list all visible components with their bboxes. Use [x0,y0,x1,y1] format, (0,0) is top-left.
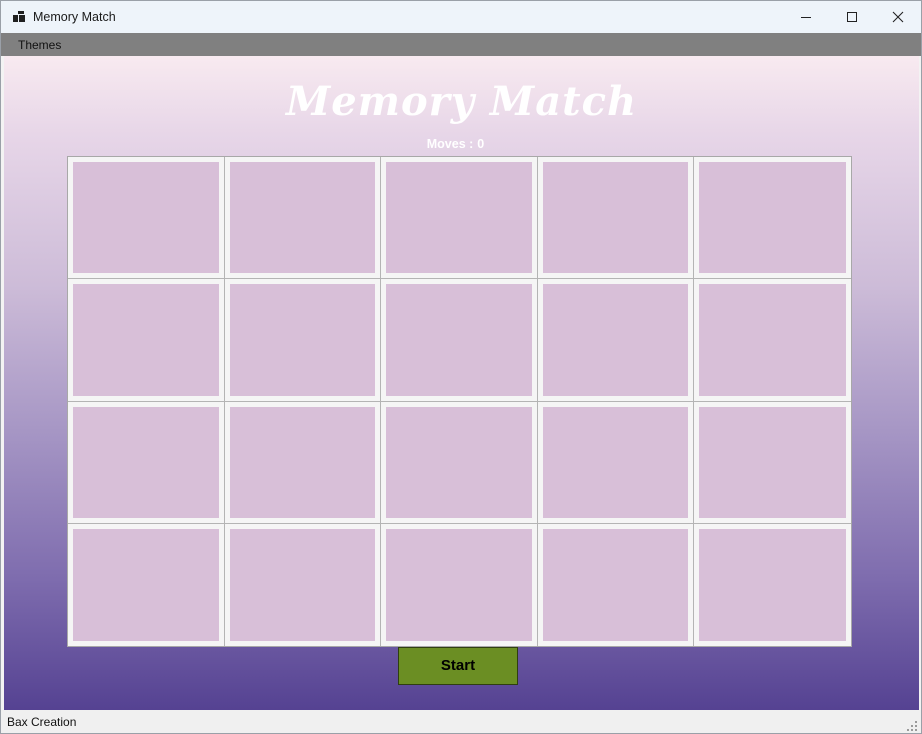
card-slot [68,402,225,524]
app-window-icon [13,11,26,22]
moves-label: Moves : [426,137,474,151]
app-window: Memory Match Themes Memory Match Moves :… [0,0,922,734]
card-slot [225,279,381,402]
minimize-icon [801,17,811,18]
card-slot [68,524,225,646]
game-title: Memory Match [285,78,638,125]
memory-card[interactable] [386,284,532,396]
card-slot [694,524,851,646]
memory-card[interactable] [230,407,375,518]
memory-card[interactable] [230,529,375,641]
memory-card[interactable] [543,407,688,518]
card-slot [68,279,225,402]
close-button[interactable] [875,1,921,33]
memory-card[interactable] [543,529,688,641]
maximize-button[interactable] [829,1,875,33]
memory-card[interactable] [699,162,846,273]
memory-card[interactable] [73,407,219,518]
card-slot [538,157,694,279]
start-button[interactable]: Start [398,647,518,685]
menu-item-themes[interactable]: Themes [18,38,61,52]
memory-card[interactable] [230,162,375,273]
moves-counter: Moves :0 [4,137,907,151]
card-slot [225,157,381,279]
memory-card[interactable] [543,284,688,396]
memory-card[interactable] [386,529,532,641]
memory-card[interactable] [230,284,375,396]
memory-card[interactable] [73,529,219,641]
card-slot [694,279,851,402]
status-bar: Bax Creation [1,710,921,733]
card-slot [225,524,381,646]
minimize-button[interactable] [783,1,829,33]
memory-card[interactable] [73,284,219,396]
card-slot [381,524,538,646]
card-slot [694,157,851,279]
resize-grip-icon[interactable] [906,720,918,732]
memory-card[interactable] [699,407,846,518]
card-slot [538,402,694,524]
memory-card[interactable] [699,529,846,641]
maximize-icon [847,12,857,22]
title-bar[interactable]: Memory Match [1,1,921,33]
card-slot [538,524,694,646]
card-grid [67,156,852,647]
memory-card[interactable] [699,284,846,396]
memory-card[interactable] [543,162,688,273]
card-slot [538,279,694,402]
menu-bar: Themes [1,33,921,56]
card-slot [381,279,538,402]
card-slot [381,402,538,524]
memory-card[interactable] [386,407,532,518]
card-slot [381,157,538,279]
memory-card[interactable] [386,162,532,273]
game-area: Memory Match Moves :0 Start [4,56,919,710]
window-title: Memory Match [33,10,116,24]
card-slot [68,157,225,279]
memory-card[interactable] [73,162,219,273]
card-slot [225,402,381,524]
status-text: Bax Creation [7,715,77,729]
close-icon [892,11,904,23]
moves-value: 0 [477,137,485,151]
card-slot [694,402,851,524]
